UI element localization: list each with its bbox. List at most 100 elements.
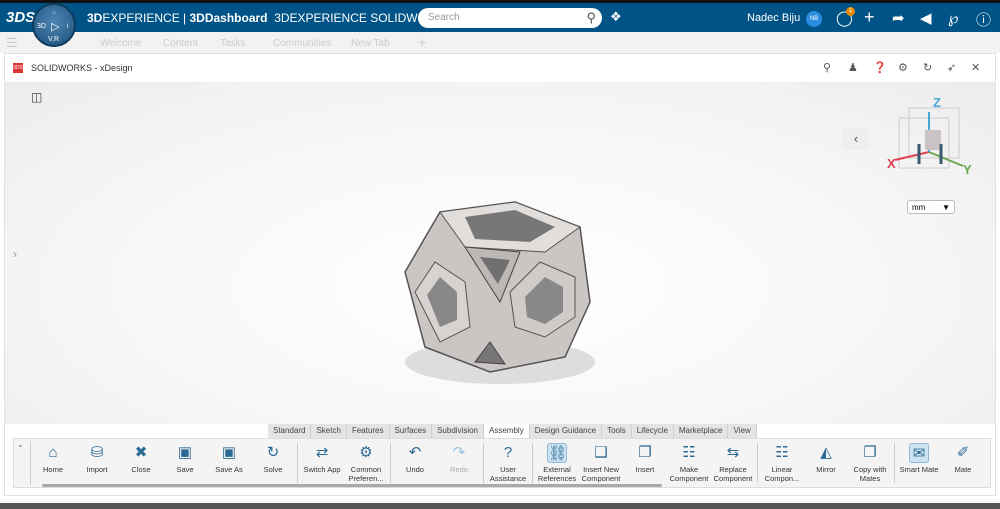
import-button[interactable]: ⛁ Import [75, 441, 119, 485]
share-user-icon[interactable]: ♟ [848, 61, 858, 74]
insert-new-component-icon: ❑ [594, 444, 608, 461]
save-as-icon: ▣ [221, 444, 237, 461]
3ds-logo[interactable]: 3DS [6, 9, 35, 26]
save-button[interactable]: ▣ Save [163, 441, 207, 485]
avatar[interactable]: NB [806, 11, 822, 27]
ribbon-tab-standard[interactable]: Standard [268, 424, 312, 438]
ribbon-tab-surfaces[interactable]: Surfaces [389, 424, 433, 438]
tab-communities[interactable]: Communities [273, 38, 331, 49]
tool-label: External References [537, 465, 577, 483]
brand-rest: EXPERIENCE | [102, 11, 190, 25]
tool-label: Home [42, 465, 63, 474]
gear-icon[interactable]: ⚙ [898, 61, 908, 74]
group-separator [532, 443, 533, 483]
help-icon[interactable]: ⓘ [976, 9, 991, 30]
tab-content[interactable]: Content [163, 38, 198, 49]
user-assistance-icon: ? [503, 444, 513, 461]
app-brand[interactable]: 3DEXPERIENCE | 3DDashboard 3DEXPERIENCE … [87, 11, 465, 25]
ribbon-tab-subdivision[interactable]: Subdivision [432, 424, 485, 438]
add-tab-icon[interactable]: + [418, 34, 426, 50]
toolbar-scrollbar[interactable] [42, 484, 662, 487]
close-icon[interactable]: ✕ [971, 61, 980, 74]
dashboard-name: 3DDashboard [189, 11, 268, 25]
common-preferen-button[interactable]: ⚙ Common Preferen... [344, 441, 388, 485]
search-icon[interactable]: ⚲ [823, 61, 831, 74]
tag-icon[interactable]: ❖ [610, 9, 622, 25]
tab-new-tab[interactable]: New Tab [351, 38, 390, 49]
ribbon-tab-sketch[interactable]: Sketch [311, 424, 347, 438]
insert-button[interactable]: ❐ Insert [623, 441, 667, 485]
ribbon-tab-view[interactable]: View [728, 424, 757, 438]
copy-with-mates-button[interactable]: ❐ Copy with Mates [848, 441, 892, 485]
search-icon[interactable]: ⚲ [586, 10, 596, 26]
insert-new-component-button[interactable]: ❑ Insert New Component [579, 441, 623, 485]
z-axis-label: Z [933, 95, 941, 110]
ribbon-tab-assembly[interactable]: Assembly [484, 424, 530, 438]
refresh-icon[interactable]: ↻ [923, 61, 932, 74]
chevron-left-icon[interactable]: ‹ [843, 128, 869, 150]
tool-label: Linear Compon... [764, 465, 800, 483]
switch-app-button[interactable]: ⇄ Switch App [300, 441, 344, 485]
help-icon[interactable]: ❓ [873, 61, 887, 74]
make-component-button[interactable]: ☷ Make Component [667, 441, 711, 485]
3d-viewport[interactable]: ◫ › ‹ Z X Y mm ▼ [5, 82, 995, 424]
mate-button[interactable]: ✐ Mate [941, 441, 985, 485]
compass-right[interactable]: i [67, 23, 69, 30]
ribbon-tab-features[interactable]: Features [346, 424, 390, 438]
x-axis [894, 151, 930, 161]
tool-label: Common Preferen... [348, 465, 384, 483]
undo-icon: ↶ [408, 444, 422, 461]
save-as-button[interactable]: ▣ Save As [207, 441, 251, 485]
replace-component-button[interactable]: ⇆ Replace Component [711, 441, 755, 485]
user-assistance-button[interactable]: ? User Assistance [486, 441, 530, 485]
network-icon[interactable]: ◀ [920, 9, 932, 27]
redo-button[interactable]: ↷ Redo [437, 441, 481, 485]
panel-toggle-icon[interactable]: ◫ [31, 90, 42, 104]
solve-icon: ↻ [266, 444, 280, 461]
home-button[interactable]: ⌂ Home [31, 441, 75, 485]
smart-mate-button[interactable]: ✉ Smart Mate [897, 441, 941, 485]
ribbon-tab-lifecycle[interactable]: Lifecycle [631, 424, 674, 438]
tab-welcome[interactable]: Welcome [100, 38, 142, 49]
tool-label: Save [176, 465, 194, 474]
x-axis-label: X [887, 156, 896, 171]
close-button[interactable]: ✖ Close [119, 441, 163, 485]
tool-label: Make Component [669, 465, 709, 483]
external-references-button[interactable]: ⛓ External References [535, 441, 579, 485]
compass-left[interactable]: 3D [37, 23, 46, 30]
plus-icon[interactable]: + [864, 7, 875, 28]
undo-button[interactable]: ↶ Undo [393, 441, 437, 485]
ribbon-tab-tools[interactable]: Tools [602, 424, 632, 438]
ribbon-tab-design-guidance[interactable]: Design Guidance [529, 424, 603, 438]
tool-label: Insert [635, 465, 655, 474]
view-cube[interactable]: Z X Y [885, 94, 975, 184]
group-separator [894, 443, 895, 483]
solve-button[interactable]: ↻ Solve [251, 441, 295, 485]
play-icon[interactable]: ▷ [51, 20, 59, 33]
chevron-right-icon[interactable]: › [13, 247, 17, 261]
group-separator [297, 443, 298, 483]
compass-bottom[interactable]: V,R [48, 36, 59, 43]
mirror-icon: ◭ [820, 444, 832, 461]
share-icon[interactable]: ➦ [892, 9, 905, 27]
tab-tasks[interactable]: Tasks [220, 38, 246, 49]
compass-widget[interactable]: ⁘ 3D ▷ i V,R [32, 3, 76, 47]
linear-compon-button[interactable]: ☷ Linear Compon... [760, 441, 804, 485]
pin-icon[interactable]: ➶ [947, 61, 956, 74]
common-preferen-icon: ⚙ [359, 444, 373, 461]
collapse-ribbon-icon[interactable]: ⌄ [17, 440, 24, 449]
unit-select[interactable]: mm ▼ [907, 200, 955, 214]
xdesign-widget: 3DS SOLIDWORKS - xDesign ⚲ ♟ ❓ ⚙ ↻ ➶ ✕ ◫… [4, 53, 996, 496]
compass-top[interactable]: ⁘ [51, 9, 57, 17]
import-icon: ⛁ [90, 444, 104, 461]
menu-icon[interactable]: ☰ [6, 35, 18, 51]
truncated-octahedron-model[interactable] [395, 192, 595, 392]
user-name[interactable]: Nadec Biju [747, 12, 800, 24]
mirror-button[interactable]: ◭ Mirror [804, 441, 848, 485]
compass-app-icon[interactable]: ℘ [948, 9, 958, 27]
copy-with-mates-icon: ❐ [863, 444, 877, 461]
tool-groups: ⌂ Home ⛁ Import ✖ Close ▣ Save ▣ Save As ↻ Solve ⇄ Sw… [30, 441, 985, 485]
ribbon-tab-marketplace[interactable]: Marketplace [673, 424, 729, 438]
tool-label: Undo [406, 465, 424, 474]
search-input[interactable]: Search ⚲ [418, 8, 602, 28]
